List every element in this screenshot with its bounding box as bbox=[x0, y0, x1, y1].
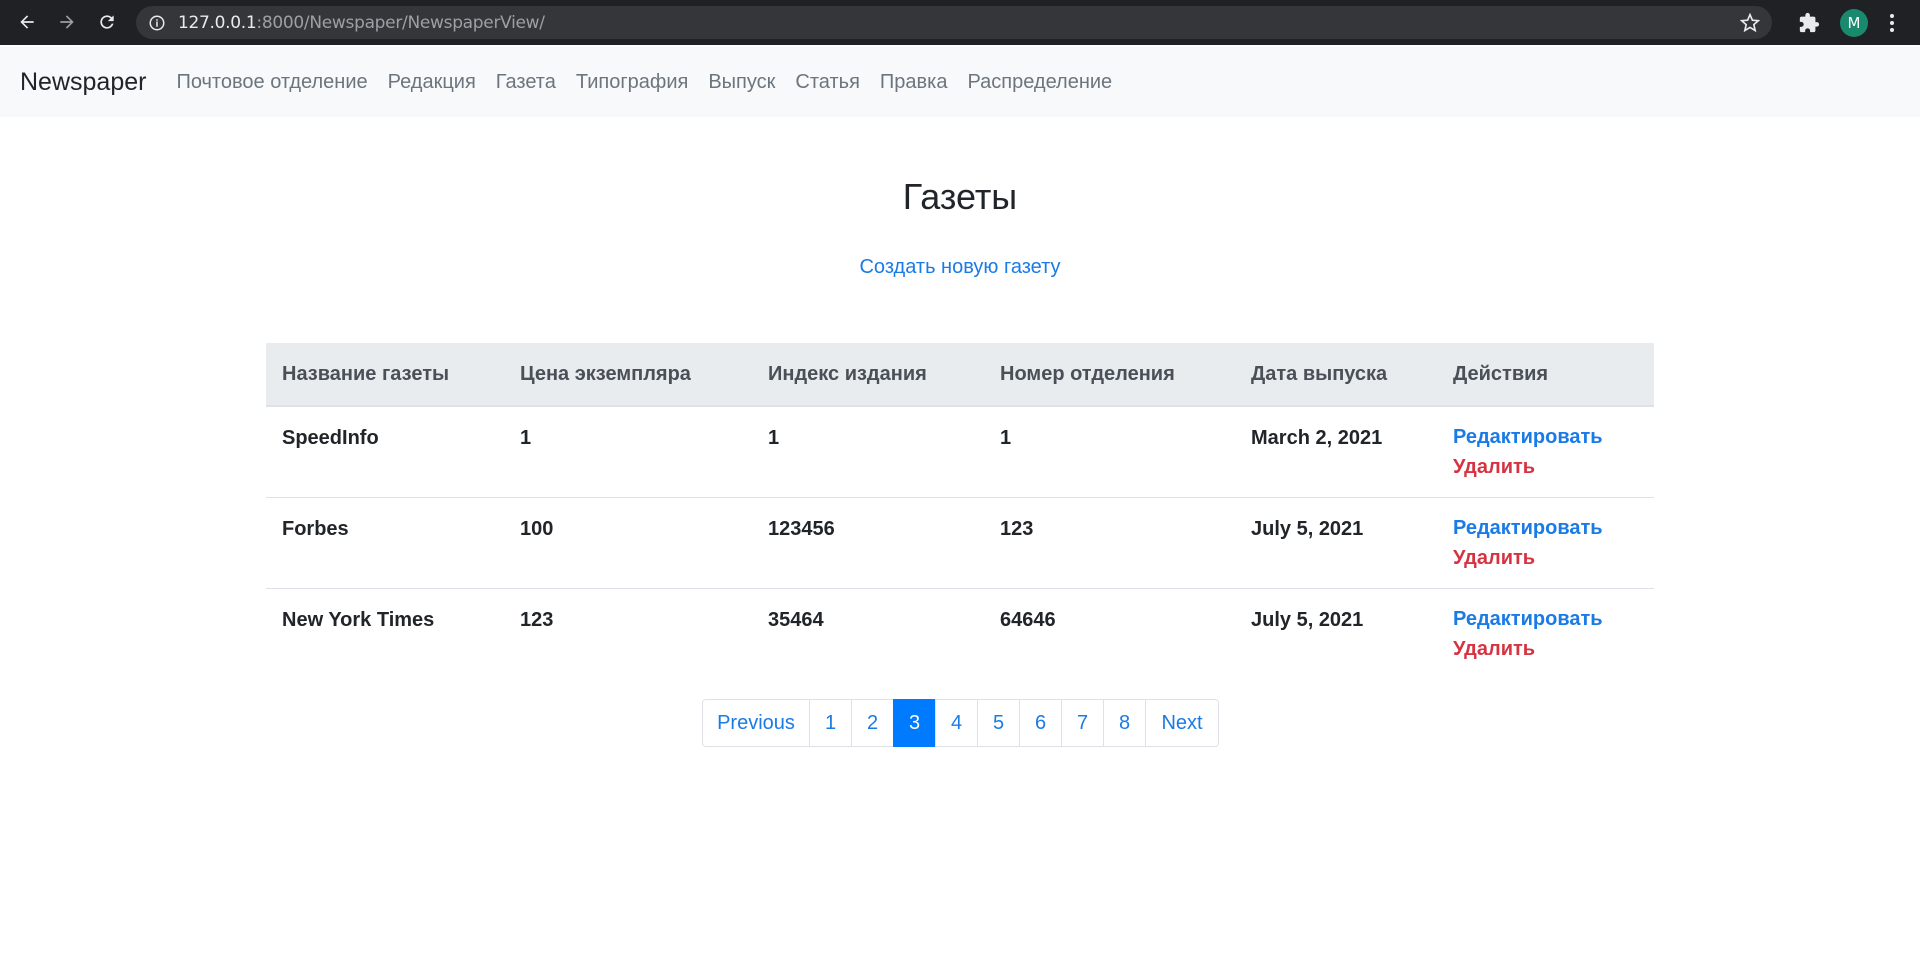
cell-price: 123 bbox=[520, 608, 554, 631]
table-header-row: Название газеты Цена экземпляра Индекс и… bbox=[266, 343, 1654, 407]
nav-link-distribution[interactable]: Распределение bbox=[967, 71, 1112, 94]
edit-link[interactable]: Редактировать bbox=[1453, 604, 1654, 634]
url-text[interactable]: 127.0.0.1:8000/Newspaper/NewspaperView/ bbox=[178, 13, 545, 33]
cell-price: 100 bbox=[504, 497, 752, 589]
nav-link-printing-house[interactable]: Типография bbox=[576, 71, 688, 94]
cell-index: 123456 bbox=[752, 497, 984, 589]
newspapers-table: Название газеты Цена экземпляра Индекс и… bbox=[266, 343, 1654, 679]
back-button[interactable] bbox=[10, 5, 44, 39]
edit-link[interactable]: Редактировать bbox=[1453, 513, 1654, 543]
reload-button[interactable] bbox=[90, 5, 124, 39]
pagination-page-5[interactable]: 5 bbox=[977, 699, 1020, 747]
pagination-page-4[interactable]: 4 bbox=[935, 699, 978, 747]
arrow-left-icon bbox=[20, 15, 34, 29]
pagination-page-1[interactable]: 1 bbox=[809, 699, 852, 747]
table-row: New York Times 123 35464 64646 July 5, 2… bbox=[266, 588, 1654, 679]
cell-branch: 123 bbox=[984, 497, 1235, 589]
nav-link-article[interactable]: Статья bbox=[795, 71, 859, 94]
header-index: Индекс издания bbox=[752, 343, 984, 407]
pagination-page-6[interactable]: 6 bbox=[1019, 699, 1062, 747]
pagination-previous[interactable]: Previous bbox=[702, 699, 810, 747]
cell-actions: Редактировать Удалить bbox=[1437, 588, 1654, 679]
cell-index: 35464 bbox=[768, 608, 824, 631]
header-branch: Номер отделения bbox=[984, 343, 1235, 407]
pagination-next[interactable]: Next bbox=[1145, 699, 1219, 747]
header-name: Название газеты bbox=[266, 343, 504, 407]
site-navbar: Newspaper Почтовое отделение Редакция Га… bbox=[0, 47, 1920, 117]
navbar-brand[interactable]: Newspaper bbox=[20, 68, 146, 97]
delete-link[interactable]: Удалить bbox=[1453, 543, 1654, 573]
address-bar[interactable]: 127.0.0.1:8000/Newspaper/NewspaperView/ bbox=[136, 6, 1772, 39]
reload-icon bbox=[100, 15, 114, 29]
nav-link-newspaper[interactable]: Газета bbox=[496, 71, 556, 94]
browser-toolbar: 127.0.0.1:8000/Newspaper/NewspaperView/ … bbox=[0, 0, 1920, 45]
cell-name: SpeedInfo bbox=[266, 406, 504, 498]
header-date: Дата выпуска bbox=[1235, 343, 1437, 407]
pagination: Previous 1 2 3 4 5 6 7 8 Next bbox=[702, 699, 1219, 747]
table-row: Forbes 100 123456 123 July 5, 2021 Редак… bbox=[266, 497, 1654, 589]
pagination-page-2[interactable]: 2 bbox=[851, 699, 894, 747]
cell-branch: 64646 bbox=[1000, 608, 1056, 631]
extensions-puzzle-icon[interactable] bbox=[1798, 12, 1820, 34]
url-path: :8000/Newspaper/NewspaperView/ bbox=[256, 12, 545, 33]
bookmark-star-icon[interactable] bbox=[1740, 13, 1760, 33]
forward-button[interactable] bbox=[50, 5, 84, 39]
edit-link[interactable]: Редактировать bbox=[1453, 422, 1654, 452]
nav-link-issue[interactable]: Выпуск bbox=[708, 71, 775, 94]
arrow-right-icon bbox=[60, 15, 74, 29]
pagination-page-7[interactable]: 7 bbox=[1061, 699, 1104, 747]
url-host: 127.0.0.1 bbox=[178, 12, 257, 33]
cell-date: March 2, 2021 bbox=[1235, 406, 1437, 498]
pagination-page-8[interactable]: 8 bbox=[1103, 699, 1146, 747]
cell-date: July 5, 2021 bbox=[1235, 497, 1437, 589]
cell-actions: Редактировать Удалить bbox=[1437, 497, 1654, 589]
cell-actions: Редактировать Удалить bbox=[1437, 406, 1654, 498]
cell-date: July 5, 2021 bbox=[1251, 608, 1364, 631]
header-price: Цена экземпляра bbox=[504, 343, 752, 407]
browser-menu-icon[interactable] bbox=[1882, 12, 1902, 34]
cell-price: 1 bbox=[504, 406, 752, 498]
profile-avatar[interactable]: M bbox=[1840, 9, 1868, 37]
nav-link-post-office[interactable]: Почтовое отделение bbox=[176, 71, 367, 94]
cell-branch: 1 bbox=[984, 406, 1235, 498]
create-newspaper-link[interactable]: Создать новую газету bbox=[0, 256, 1920, 279]
cell-index: 1 bbox=[752, 406, 984, 498]
info-icon[interactable] bbox=[148, 14, 166, 32]
header-actions: Действия bbox=[1437, 343, 1654, 407]
delete-link[interactable]: Удалить bbox=[1453, 634, 1654, 664]
table-row: SpeedInfo 1 1 1 March 2, 2021 Редактиров… bbox=[266, 406, 1654, 498]
nav-link-editorial[interactable]: Редакция bbox=[388, 71, 476, 94]
nav-link-correction[interactable]: Правка bbox=[880, 71, 948, 94]
cell-name: New York Times bbox=[282, 608, 435, 631]
cell-name: Forbes bbox=[266, 497, 504, 589]
delete-link[interactable]: Удалить bbox=[1453, 452, 1654, 482]
pagination-page-3-current[interactable]: 3 bbox=[893, 699, 936, 747]
page-title: Газеты bbox=[902, 176, 1018, 217]
